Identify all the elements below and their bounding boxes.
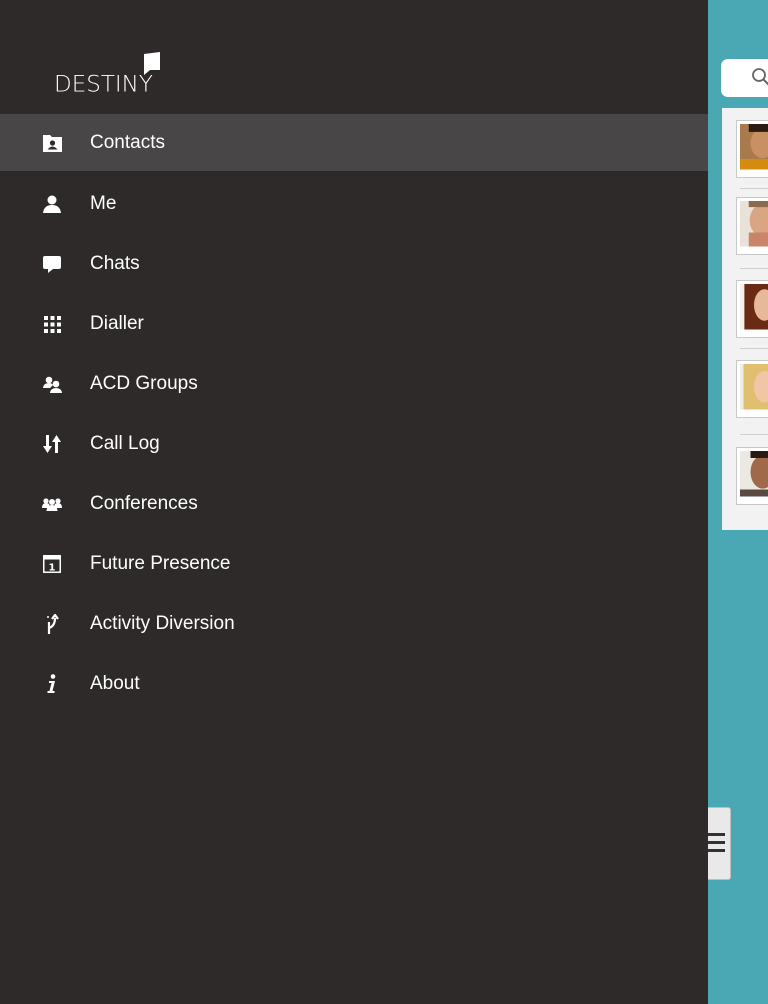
search-field[interactable] [721,59,768,97]
menu-item-dialler[interactable]: Dialler [0,294,708,354]
menu-item-label: Contacts [90,131,165,153]
menu-bar [708,841,725,844]
destiny-logo: DESTINY [54,52,164,98]
chat-bubble-icon [42,254,62,274]
contact-avatar[interactable] [736,120,768,178]
menu-item-label: Me [90,193,117,214]
menu-item-label: Call Log [90,433,160,454]
calendar-icon: 1 [42,554,62,574]
drawer-toggle-handle[interactable] [708,807,731,880]
contact-list [722,108,768,530]
contacts-panel [708,0,768,1004]
menu-item-label: Activity Diversion [90,613,235,634]
contact-avatar[interactable] [736,447,768,505]
menu-item-call-log[interactable]: Call Log [0,414,708,474]
dialpad-icon [42,314,62,334]
acd-groups-icon [42,374,62,394]
contact-avatar[interactable] [736,360,768,418]
call-log-icon [42,434,62,454]
diversion-icon [42,614,62,634]
menu-bar [708,833,725,836]
search-icon [752,68,768,86]
contact-avatar[interactable] [736,197,768,255]
conferences-icon [42,494,62,514]
menu-item-acd-groups[interactable]: ACD Groups [0,354,708,414]
divider [740,188,768,189]
menu-item-chats[interactable]: Chats [0,234,708,294]
menu-item-conferences[interactable]: Conferences [0,474,708,534]
navigation-drawer: DESTINY Contacts Me Chats Dialler ACD Gr… [0,0,708,1004]
menu-item-label: Conferences [90,493,198,514]
info-icon [42,674,62,694]
menu-item-activity-diversion[interactable]: Activity Diversion [0,594,708,654]
menu-item-about[interactable]: About [0,654,708,714]
drawer-menu: Contacts Me Chats Dialler ACD Groups Cal… [0,114,708,714]
person-icon [42,194,62,214]
menu-item-label: Future Presence [90,553,231,574]
menu-item-label: About [90,673,140,694]
logo-text: DESTINY [54,72,153,98]
divider [740,434,768,435]
divider [740,268,768,269]
contacts-icon [42,133,62,153]
logo-flag-icon [144,52,160,75]
menu-item-label: ACD Groups [90,373,198,394]
contact-avatar[interactable] [736,280,768,338]
divider [740,348,768,349]
menu-item-future-presence[interactable]: 1 Future Presence [0,534,708,594]
menu-item-contacts[interactable]: Contacts [0,114,708,171]
menu-item-label: Chats [90,253,140,274]
menu-item-label: Dialler [90,313,144,334]
menu-item-me[interactable]: Me [0,174,708,234]
menu-bar [708,849,725,852]
svg-text:1: 1 [49,563,56,574]
